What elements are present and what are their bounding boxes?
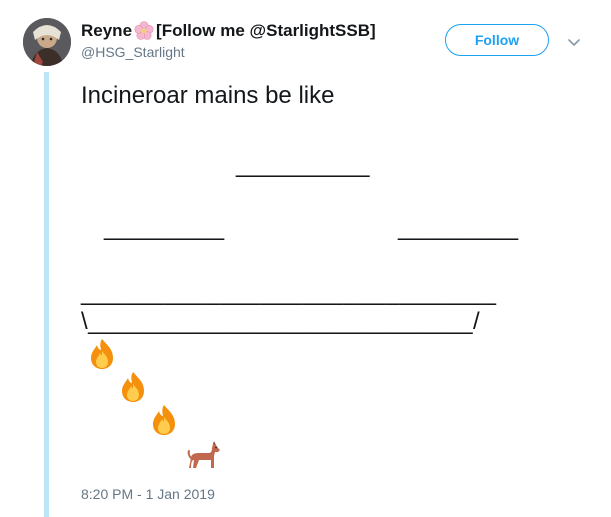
dog-icon <box>185 438 220 472</box>
author-handle[interactable]: @HSG_Starlight <box>81 44 185 60</box>
fire-icon <box>116 370 150 404</box>
tweet-timestamp[interactable]: 8:20 PM - 1 Jan 2019 <box>81 486 215 502</box>
ascii-line-1: __________ <box>236 151 370 178</box>
thread-line <box>44 72 49 517</box>
fire-icon <box>85 337 119 371</box>
tweet-text: Incineroar mains be like <box>81 82 335 109</box>
ascii-line-3: ______________________________ <box>81 279 497 306</box>
author-name[interactable]: Reyne <box>81 21 132 41</box>
cherry-blossom-icon <box>134 21 154 41</box>
ascii-line-2-left: _________ <box>104 214 225 241</box>
avatar[interactable] <box>23 18 71 66</box>
author-name-row[interactable]: Reyne [Follow me @StarlightSSB] <box>81 21 376 41</box>
author-name-suffix[interactable]: [Follow me @StarlightSSB] <box>156 21 376 41</box>
follow-button[interactable]: Follow <box>445 24 549 56</box>
ascii-line-2-right: _________ <box>398 214 519 241</box>
chevron-down-icon[interactable] <box>566 34 582 50</box>
fire-icon <box>147 403 181 437</box>
ascii-line-4: \____________________________/ <box>81 308 481 335</box>
